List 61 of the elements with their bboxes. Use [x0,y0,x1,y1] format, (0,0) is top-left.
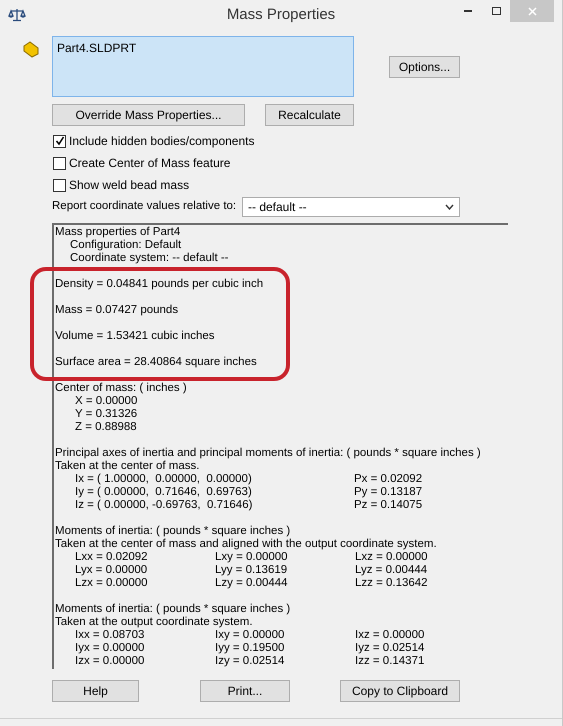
checkbox-label: Include hidden bodies/components [69,133,254,150]
section-title: Center of mass: ( inches ) [55,382,188,395]
print-button[interactable]: Print... [200,680,290,702]
checkbox[interactable] [53,156,66,170]
checkbox-label: Create Center of Mass feature [69,155,230,172]
inertia-value: Iyx = 0.00000 [75,642,146,655]
results-info-line: Coordinate system: -- default -- [69,252,230,265]
inertia-value: Lyx = 0.00000 [75,564,148,577]
help-button[interactable]: Help [52,680,139,702]
minimize-icon [464,10,472,12]
inertia-value: Lzy = 0.00444 [215,577,289,590]
principal-moment: Py = 0.13187 [354,486,422,499]
mass-property-line: Volume = 1.53421 cubic inches [55,330,215,343]
copy-to-clipboard-button[interactable]: Copy to Clipboard [340,680,460,702]
inertia-value: Lzz = 0.13642 [355,577,429,590]
checkbox[interactable] [53,134,66,148]
inertia-value: Lxy = 0.00000 [215,551,289,564]
inertia-value: Izy = 0.02514 [215,655,286,668]
window-title: Mass Properties [226,4,336,25]
axis-vector: Ix = ( 1.00000, 0.00000, 0.00000) [75,473,253,486]
result-value: Z = 0.88988 [74,421,137,434]
result-value: Y = 0.31326 [74,408,138,421]
scale-icon [8,8,26,22]
section-subtitle: Taken at the center of mass. [55,460,200,473]
inertia-value: Lxz = 0.00000 [355,551,429,564]
inertia-value: Lzx = 0.00000 [75,577,149,590]
inertia-value: Izz = 0.14371 [355,655,426,668]
inertia-value: Lxx = 0.02092 [75,551,149,564]
inertia-value: Ixy = 0.00000 [215,629,286,642]
chevron-down-icon [445,204,454,210]
override-mass-properties-button[interactable]: Override Mass Properties... [52,104,245,126]
inertia-value: Lyz = 0.00444 [355,564,428,577]
mass-property-line: Density = 0.04841 pounds per cubic inch [55,278,264,291]
checkbox-label: Show weld bead mass [69,177,190,194]
inertia-value: Izx = 0.00000 [75,655,146,668]
options-button[interactable]: Options... [389,56,460,78]
results-info-line: Configuration: Default [69,239,182,252]
checkbox[interactable] [53,178,66,192]
section-title: Principal axes of inertia and principal moments of inertia: ( pounds * square inches ) [55,447,482,460]
result-value: X = 0.00000 [74,395,138,408]
section-subtitle: Taken at the center of mass and aligned with the output coordinate system. [55,538,438,551]
close-icon [528,6,536,16]
maximize-icon [492,7,500,15]
principal-moment: Px = 0.02092 [354,473,422,486]
mass-property-line: Surface area = 28.40864 square inches [55,356,257,369]
inertia-value: Iyz = 0.02514 [355,642,426,655]
coordinate-dropdown[interactable]: -- default -- [242,197,460,217]
inertia-value: Iyy = 0.19500 [215,642,286,655]
section-subtitle: Taken at the output coordinate system. [55,616,254,629]
results-title: Mass properties of Part4 [55,226,182,239]
inertia-value: Lyy = 0.13619 [215,564,288,577]
section-title: Moments of inertia: ( pounds * square inches ) [55,525,292,538]
report-relative-label: Report coordinate values relative to: [52,199,238,214]
inertia-value: Ixx = 0.08703 [75,629,146,642]
mass-property-line: Mass = 0.07427 pounds [55,304,178,317]
section-title: Moments of inertia: ( pounds * square inches ) [55,603,292,616]
principal-moment: Pz = 0.14075 [354,499,422,512]
recalculate-button[interactable]: Recalculate [265,104,354,126]
axis-vector: Iz = ( 0.00000, -0.69763, 0.71646) [75,499,254,512]
inertia-value: Ixz = 0.00000 [355,629,426,642]
axis-vector: Iy = ( 0.00000, 0.71646, 0.69763) [75,486,253,499]
